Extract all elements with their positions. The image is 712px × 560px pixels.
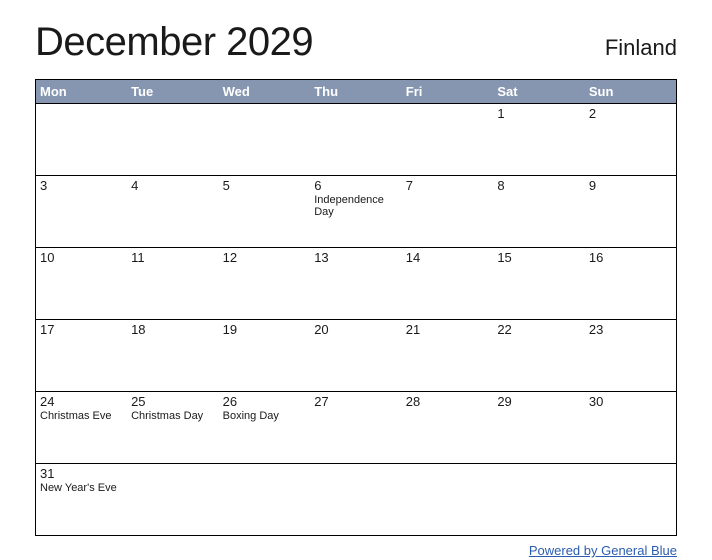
week-row: 12 — [36, 104, 677, 176]
day-cell: 3 — [36, 176, 128, 248]
day-number: 21 — [406, 322, 490, 337]
weekday-wed: Wed — [219, 80, 311, 104]
weekday-sat: Sat — [493, 80, 585, 104]
day-cell — [402, 104, 494, 176]
weekday-mon: Mon — [36, 80, 128, 104]
day-number: 24 — [40, 394, 123, 409]
day-cell — [402, 464, 494, 536]
day-cell: 24Christmas Eve — [36, 392, 128, 464]
day-number: 3 — [40, 178, 123, 193]
day-cell: 30 — [585, 392, 677, 464]
day-cell: 18 — [127, 320, 219, 392]
day-cell: 15 — [493, 248, 585, 320]
day-cell — [493, 464, 585, 536]
day-number: 8 — [497, 178, 581, 193]
day-cell — [219, 104, 311, 176]
day-cell — [310, 464, 402, 536]
day-number: 27 — [314, 394, 398, 409]
day-number: 22 — [497, 322, 581, 337]
day-cell: 29 — [493, 392, 585, 464]
calendar-header: December 2029 Finland — [35, 20, 677, 65]
week-row: 24Christmas Eve25Christmas Day26Boxing D… — [36, 392, 677, 464]
day-number: 7 — [406, 178, 490, 193]
day-cell: 6Independence Day — [310, 176, 402, 248]
day-number: 17 — [40, 322, 123, 337]
day-cell: 4 — [127, 176, 219, 248]
day-number: 23 — [589, 322, 672, 337]
week-row: 3456Independence Day 789 — [36, 176, 677, 248]
day-cell: 27 — [310, 392, 402, 464]
day-cell — [219, 464, 311, 536]
day-number: 30 — [589, 394, 672, 409]
day-number: 15 — [497, 250, 581, 265]
day-number: 28 — [406, 394, 490, 409]
day-number: 16 — [589, 250, 672, 265]
day-cell — [36, 104, 128, 176]
day-cell: 5 — [219, 176, 311, 248]
day-number: 26 — [223, 394, 307, 409]
day-cell: 31New Year's Eve — [36, 464, 128, 536]
day-cell: 10 — [36, 248, 128, 320]
day-cell: 12 — [219, 248, 311, 320]
day-cell: 11 — [127, 248, 219, 320]
day-number: 25 — [131, 394, 215, 409]
day-cell: 23 — [585, 320, 677, 392]
day-cell: 1 — [493, 104, 585, 176]
day-cell — [585, 464, 677, 536]
day-number: 4 — [131, 178, 215, 193]
day-event: New Year's Eve — [40, 482, 123, 494]
day-number: 14 — [406, 250, 490, 265]
day-cell: 16 — [585, 248, 677, 320]
week-row: 17 18 19 20 21 22 23 — [36, 320, 677, 392]
week-row: 31New Year's Eve — [36, 464, 677, 536]
day-cell: 9 — [585, 176, 677, 248]
day-number: 12 — [223, 250, 307, 265]
day-cell: 20 — [310, 320, 402, 392]
day-cell: 2 — [585, 104, 677, 176]
day-cell — [127, 104, 219, 176]
day-cell: 21 — [402, 320, 494, 392]
weekday-sun: Sun — [585, 80, 677, 104]
day-number: 11 — [131, 250, 215, 265]
day-number: 31 — [40, 466, 123, 481]
footer: Powered by General Blue — [35, 542, 677, 560]
day-cell: 14 — [402, 248, 494, 320]
day-number: 5 — [223, 178, 307, 193]
day-cell: 22 — [493, 320, 585, 392]
day-cell: 13 — [310, 248, 402, 320]
month-title: December 2029 — [35, 20, 313, 65]
day-cell: 7 — [402, 176, 494, 248]
weekday-header-row: Mon Tue Wed Thu Fri Sat Sun — [36, 80, 677, 104]
day-cell: 17 — [36, 320, 128, 392]
day-cell: 8 — [493, 176, 585, 248]
day-cell: 19 — [219, 320, 311, 392]
day-event: Boxing Day — [223, 410, 307, 422]
weekday-tue: Tue — [127, 80, 219, 104]
day-number: 19 — [223, 322, 307, 337]
day-cell — [127, 464, 219, 536]
day-number: 1 — [497, 106, 581, 121]
day-number: 29 — [497, 394, 581, 409]
country-label: Finland — [605, 35, 677, 61]
weekday-fri: Fri — [402, 80, 494, 104]
day-number: 2 — [589, 106, 672, 121]
day-number: 9 — [589, 178, 672, 193]
day-cell: 26Boxing Day — [219, 392, 311, 464]
day-number: 13 — [314, 250, 398, 265]
day-event: Independence Day — [314, 194, 398, 218]
day-event: Christmas Eve — [40, 410, 123, 422]
day-number: 20 — [314, 322, 398, 337]
day-event: Christmas Day — [131, 410, 215, 422]
day-number: 6 — [314, 178, 398, 193]
powered-by-link[interactable]: Powered by General Blue — [529, 543, 677, 558]
day-cell: 28 — [402, 392, 494, 464]
weekday-thu: Thu — [310, 80, 402, 104]
day-number: 10 — [40, 250, 123, 265]
day-cell — [310, 104, 402, 176]
day-cell: 25Christmas Day — [127, 392, 219, 464]
calendar-grid: Mon Tue Wed Thu Fri Sat Sun 123456Indepe… — [35, 79, 677, 536]
day-number: 18 — [131, 322, 215, 337]
week-row: 10 11 12 13 14 15 16 — [36, 248, 677, 320]
